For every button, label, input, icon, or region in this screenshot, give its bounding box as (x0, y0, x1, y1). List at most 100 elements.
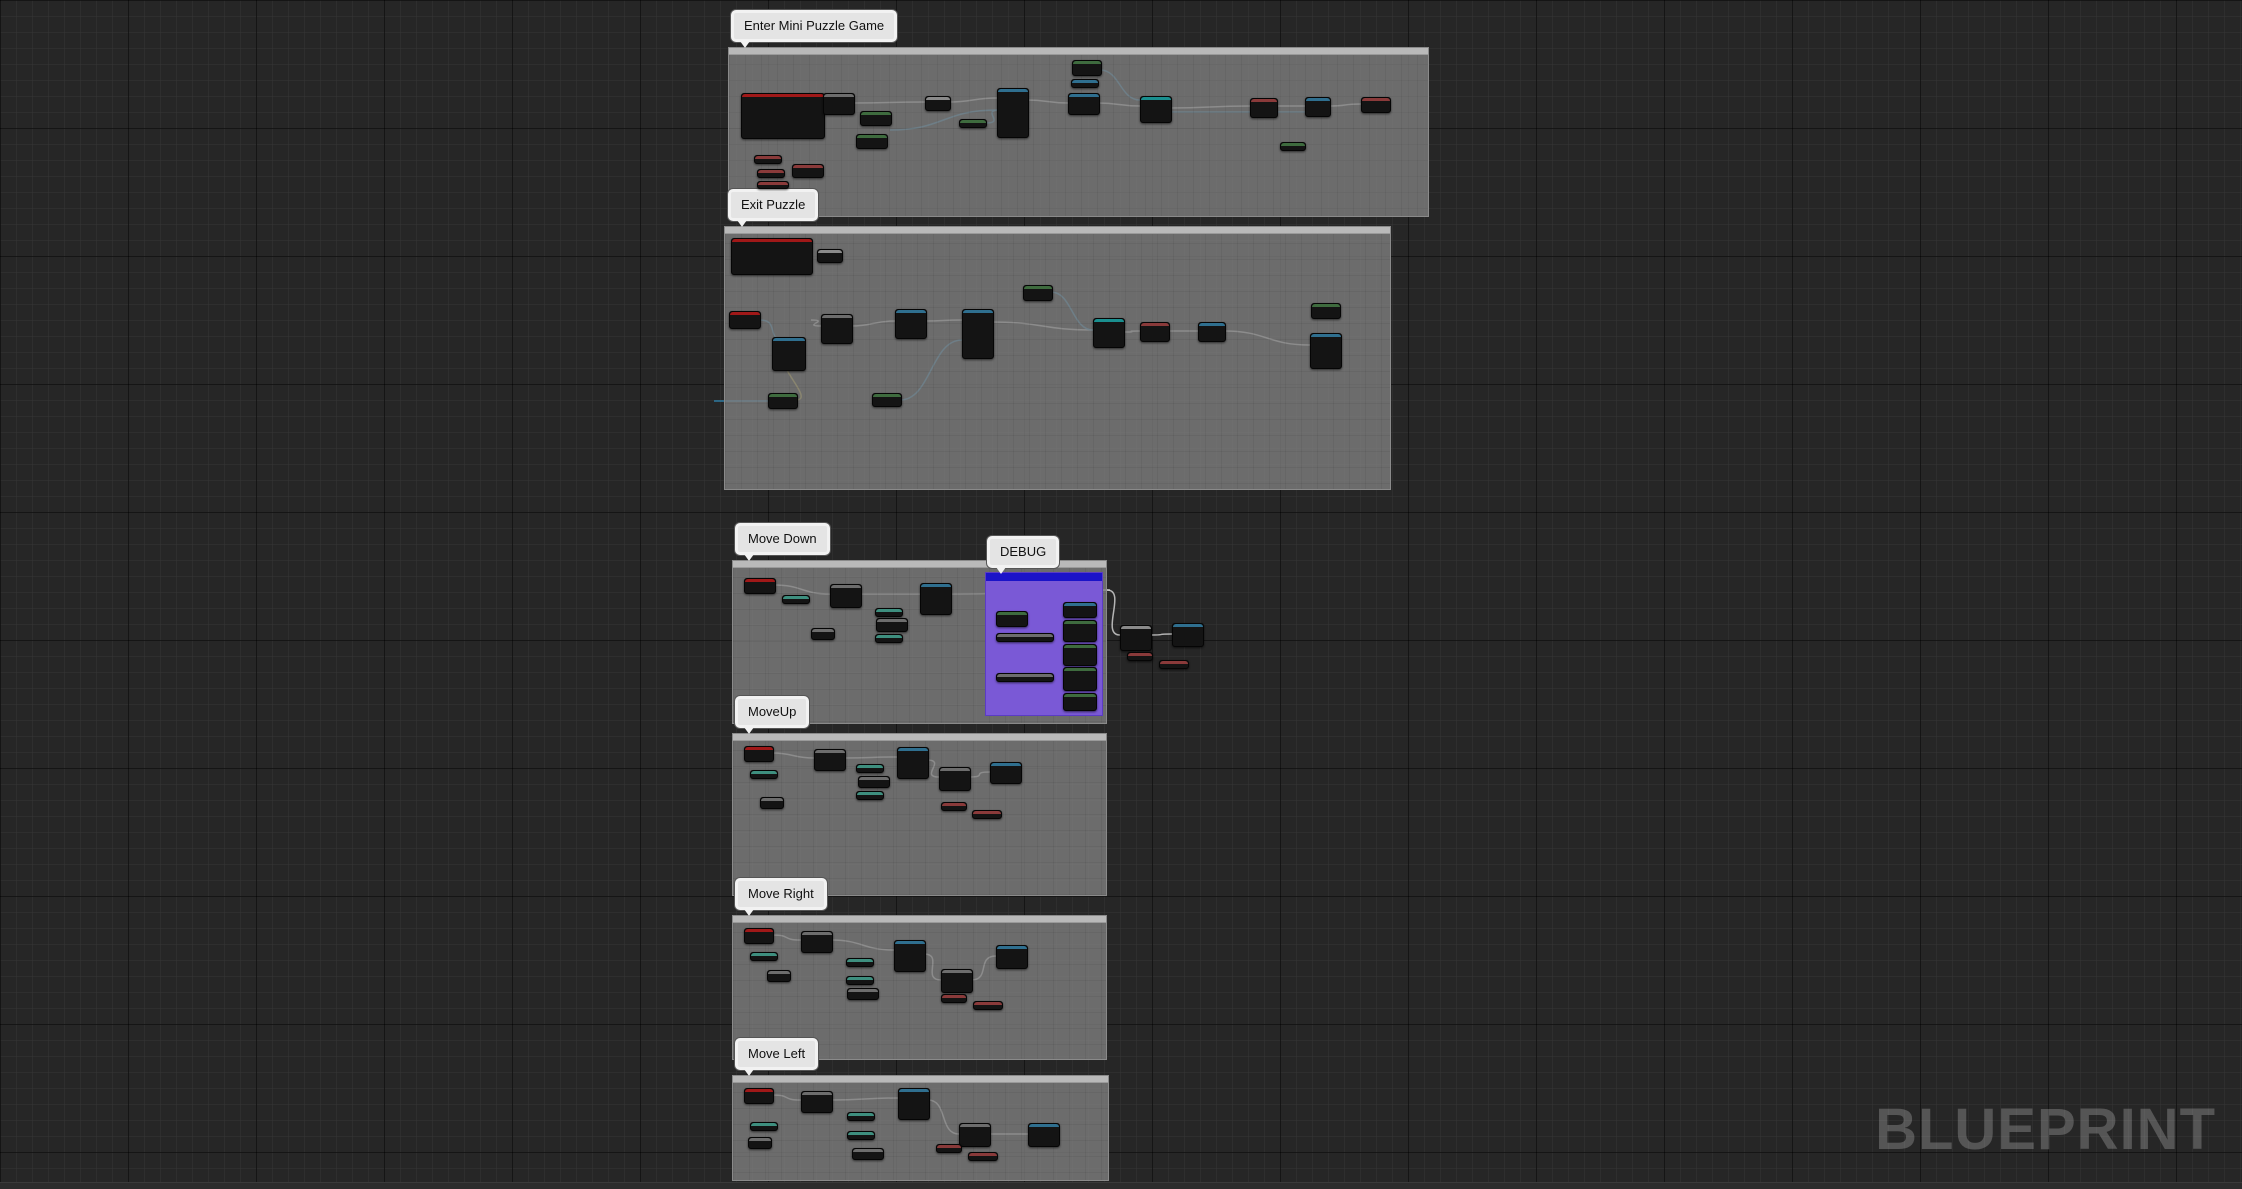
variable-node[interactable] (972, 810, 1002, 819)
variable-node[interactable] (875, 634, 903, 643)
comment-bubble-move-down[interactable]: Move Down (735, 523, 830, 561)
function-node[interactable] (1063, 602, 1097, 618)
variable-node[interactable] (811, 628, 835, 640)
function-node[interactable] (895, 309, 927, 339)
event-node[interactable] (744, 928, 774, 944)
debug-header (986, 573, 1102, 581)
variable-node[interactable] (1072, 60, 1102, 76)
variable-node[interactable] (1127, 652, 1153, 661)
variable-node[interactable] (757, 169, 785, 178)
variable-node[interactable] (1023, 285, 1053, 301)
function-node[interactable] (823, 93, 855, 115)
variable-node[interactable] (996, 673, 1054, 682)
variable-node[interactable] (846, 958, 874, 967)
variable-node[interactable] (852, 1148, 884, 1160)
function-node[interactable] (1140, 322, 1170, 342)
comment-bubble-debug[interactable]: DEBUG (987, 536, 1060, 574)
function-node[interactable] (1028, 1123, 1060, 1147)
function-node[interactable] (990, 762, 1022, 784)
variable-node[interactable] (856, 134, 888, 149)
variable-node[interactable] (875, 608, 903, 617)
function-node[interactable] (1063, 620, 1097, 642)
variable-node[interactable] (768, 393, 798, 409)
function-node[interactable] (1198, 322, 1226, 342)
variable-node[interactable] (847, 1131, 875, 1140)
variable-node[interactable] (750, 1122, 778, 1131)
comment-bubble-move-up[interactable]: MoveUp (735, 696, 810, 734)
event-node[interactable] (744, 746, 774, 762)
function-node[interactable] (1093, 318, 1125, 348)
variable-node[interactable] (846, 976, 874, 985)
function-node[interactable] (1063, 693, 1097, 711)
variable-node[interactable] (847, 988, 879, 1000)
variable-node[interactable] (973, 1001, 1003, 1010)
variable-node[interactable] (750, 952, 778, 961)
function-node[interactable] (1068, 93, 1100, 115)
function-node[interactable] (1140, 96, 1172, 123)
comment-box-exit-puzzle[interactable] (724, 226, 1391, 490)
variable-node[interactable] (996, 633, 1054, 642)
comment-bubble-move-left[interactable]: Move Left (735, 1038, 819, 1076)
function-node[interactable] (894, 940, 926, 972)
variable-node[interactable] (941, 994, 967, 1003)
variable-node[interactable] (856, 764, 884, 773)
variable-node[interactable] (1311, 303, 1341, 319)
variable-node[interactable] (754, 155, 782, 164)
function-node[interactable] (997, 88, 1029, 138)
comment-bubble-move-right[interactable]: Move Right (735, 878, 827, 916)
variable-node[interactable] (876, 618, 908, 632)
event-node[interactable] (729, 311, 761, 329)
variable-node[interactable] (792, 164, 824, 178)
variable-node[interactable] (1280, 142, 1306, 151)
variable-node[interactable] (941, 802, 967, 811)
function-node[interactable] (1250, 98, 1278, 118)
variable-node[interactable] (968, 1152, 998, 1161)
variable-node[interactable] (1071, 79, 1099, 88)
function-node[interactable] (801, 931, 833, 953)
variable-node[interactable] (856, 791, 884, 800)
function-node[interactable] (939, 767, 971, 791)
function-node[interactable] (941, 969, 973, 993)
function-node[interactable] (1063, 644, 1097, 666)
variable-node[interactable] (757, 181, 789, 189)
function-node[interactable] (830, 584, 862, 608)
function-node[interactable] (821, 314, 853, 344)
comment-bubble-enter-mini-puzzle-game[interactable]: Enter Mini Puzzle Game (731, 10, 898, 48)
function-node[interactable] (898, 1088, 930, 1120)
function-node[interactable] (772, 337, 806, 371)
variable-node[interactable] (858, 776, 890, 788)
function-node[interactable] (1305, 97, 1331, 117)
function-node[interactable] (801, 1091, 833, 1113)
function-node[interactable] (920, 583, 952, 615)
event-node[interactable] (744, 578, 776, 594)
variable-node[interactable] (847, 1112, 875, 1121)
variable-node[interactable] (767, 970, 791, 982)
event-node[interactable] (744, 1088, 774, 1104)
variable-node[interactable] (782, 595, 810, 604)
event-node[interactable] (731, 238, 813, 275)
variable-node[interactable] (748, 1137, 772, 1149)
function-node[interactable] (959, 1123, 991, 1147)
function-node[interactable] (1172, 623, 1204, 647)
function-node[interactable] (962, 309, 994, 359)
variable-node[interactable] (959, 119, 987, 128)
function-node[interactable] (1310, 333, 1342, 369)
function-node[interactable] (925, 96, 951, 111)
function-node[interactable] (1063, 667, 1097, 691)
variable-node[interactable] (872, 393, 902, 407)
variable-node[interactable] (936, 1144, 962, 1153)
variable-node[interactable] (860, 111, 892, 126)
function-node[interactable] (1120, 625, 1152, 651)
function-node[interactable] (897, 747, 929, 779)
comment-bubble-exit-puzzle[interactable]: Exit Puzzle (728, 189, 819, 227)
variable-node[interactable] (750, 770, 778, 779)
variable-node[interactable] (760, 797, 784, 809)
variable-node[interactable] (1159, 660, 1189, 669)
function-node[interactable] (814, 749, 846, 771)
function-node[interactable] (1361, 97, 1391, 113)
function-node[interactable] (817, 249, 843, 263)
event-node[interactable] (741, 93, 825, 139)
variable-node[interactable] (996, 611, 1028, 627)
blueprint-graph-canvas[interactable]: Enter Mini Puzzle Game Exit Puzzle Move … (0, 0, 2242, 1189)
function-node[interactable] (996, 945, 1028, 969)
